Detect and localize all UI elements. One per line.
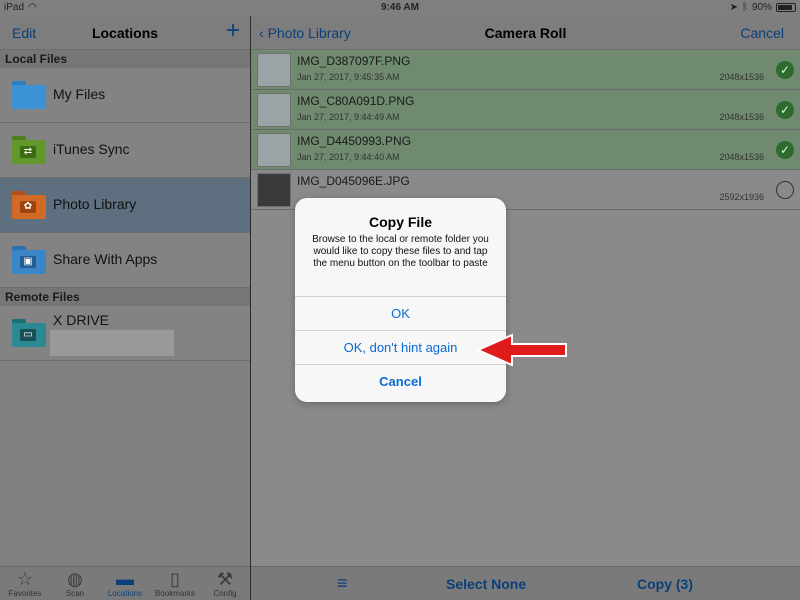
sidebar-item-x-drive[interactable]: ▭ X DRIVE: [0, 306, 250, 361]
tab-label: Favorites: [8, 589, 42, 598]
camera-roll-nav-bar: ‹ Photo Library Camera Roll Cancel: [251, 16, 800, 50]
file-name: IMG_D045096E.JPG: [297, 174, 410, 188]
page-title: Camera Roll: [484, 25, 567, 41]
bluetooth-icon: ᛒ: [741, 2, 748, 13]
file-dimensions: 2048x1536: [719, 152, 764, 162]
sidebar-item-my-files[interactable]: My Files: [0, 68, 250, 123]
list-item[interactable]: IMG_D4450993.PNG Jan 27, 2017, 9:44:40 A…: [251, 130, 800, 170]
menu-button[interactable]: ≡: [337, 573, 348, 594]
tab-label: Bookmarks: [154, 589, 195, 598]
file-name: IMG_D387097F.PNG: [297, 54, 411, 68]
sidebar-item-label: Photo Library: [53, 196, 137, 212]
tab-favorites[interactable]: ☆ Favorites: [0, 567, 50, 600]
file-dimensions: 2048x1536: [719, 112, 764, 122]
dialog-title: Copy File: [368, 214, 432, 230]
tab-scan[interactable]: ◍ Scan: [50, 567, 100, 600]
ok-button[interactable]: OK: [295, 296, 506, 330]
tab-bar: ☆ Favorites ◍ Scan ▬ Locations ▯ Bookmar…: [0, 566, 250, 600]
copy-button[interactable]: Copy (3): [637, 576, 693, 592]
file-date: Jan 27, 2017, 9:44:49 AM: [297, 112, 400, 122]
thumbnail: [257, 173, 291, 207]
file-date: Jan 27, 2017, 9:44:40 AM: [297, 152, 400, 162]
redacted-address: [50, 330, 174, 356]
folder-icon: [12, 81, 46, 109]
file-name: IMG_D4450993.PNG: [297, 134, 412, 148]
unchecked-circle-icon[interactable]: [776, 181, 794, 199]
location-icon: ➤: [729, 2, 738, 13]
checkmark-icon[interactable]: ✓: [776, 101, 794, 119]
wrench-icon: ⚒: [216, 569, 234, 589]
add-location-button[interactable]: +: [226, 19, 240, 43]
sync-folder-icon: ⇄: [12, 136, 46, 164]
tab-bookmarks[interactable]: ▯ Bookmarks: [150, 567, 200, 600]
thumbnail: [257, 133, 291, 167]
dialog-cancel-button[interactable]: Cancel: [295, 364, 506, 398]
file-name: IMG_C80A091D.PNG: [297, 94, 415, 108]
bottom-toolbar: ≡ Select None Copy (3): [251, 566, 800, 600]
file-dimensions: 2592x1936: [719, 192, 764, 202]
tab-config[interactable]: ⚒ Config: [200, 567, 250, 600]
thumbnail: [257, 93, 291, 127]
status-right: ➤ ᛒ 90%: [730, 2, 796, 13]
locations-pane: Edit Locations + Local Files My Files ⇄ …: [0, 16, 250, 600]
copy-file-dialog: Copy File Browse to the local or remote …: [295, 198, 506, 402]
photo-folder-icon: ✿: [12, 191, 46, 219]
folder-icon: ▬: [116, 569, 134, 589]
star-icon: ☆: [16, 569, 34, 589]
sidebar-item-photo-library[interactable]: ✿ Photo Library: [0, 178, 250, 233]
share-folder-icon: ▣: [12, 246, 46, 274]
select-none-button[interactable]: Select None: [446, 576, 526, 592]
tab-label: Config: [213, 589, 237, 598]
sidebar-item-label: My Files: [53, 86, 106, 102]
tab-label: Scan: [65, 589, 85, 598]
local-files-header: Local Files: [0, 50, 250, 68]
status-bar: iPad ◠ 9:46 AM ➤ ᛒ 90%: [0, 0, 800, 16]
list-item[interactable]: IMG_C80A091D.PNG Jan 27, 2017, 9:44:49 A…: [251, 90, 800, 130]
remote-files-header: Remote Files: [0, 288, 250, 306]
book-icon: ▯: [170, 569, 180, 589]
sidebar-item-label: iTunes Sync: [53, 141, 130, 157]
checkmark-icon[interactable]: ✓: [776, 141, 794, 159]
battery-percent: 90%: [751, 2, 772, 13]
network-drive-icon: ▭: [12, 319, 46, 347]
dialog-message: Browse to the local or remote folder you…: [312, 234, 489, 269]
scan-icon: ◍: [67, 569, 83, 589]
tab-label: Locations: [107, 589, 143, 598]
status-time: 9:46 AM: [381, 2, 419, 13]
thumbnail: [257, 53, 291, 87]
checkmark-icon[interactable]: ✓: [776, 61, 794, 79]
sidebar-item-label: X DRIVE: [53, 312, 110, 328]
file-date: Jan 27, 2017, 9:45:35 AM: [297, 72, 400, 82]
sidebar-item-label: Share With Apps: [53, 251, 158, 267]
tab-locations[interactable]: ▬ Locations: [100, 567, 150, 600]
red-arrow-annotation-icon: [476, 333, 567, 367]
page-title: Locations: [91, 25, 159, 41]
ok-dont-hint-again-button[interactable]: OK, don't hint again: [295, 330, 506, 364]
file-dimensions: 2048x1536: [719, 72, 764, 82]
sidebar-item-share-with-apps[interactable]: ▣ Share With Apps: [0, 233, 250, 288]
battery-icon: [776, 3, 796, 12]
locations-nav-bar: Edit Locations +: [0, 16, 250, 50]
list-item[interactable]: IMG_D387097F.PNG Jan 27, 2017, 9:45:35 A…: [251, 50, 800, 90]
cancel-button[interactable]: Cancel: [740, 25, 784, 41]
sidebar-item-itunes-sync[interactable]: ⇄ iTunes Sync: [0, 123, 250, 178]
